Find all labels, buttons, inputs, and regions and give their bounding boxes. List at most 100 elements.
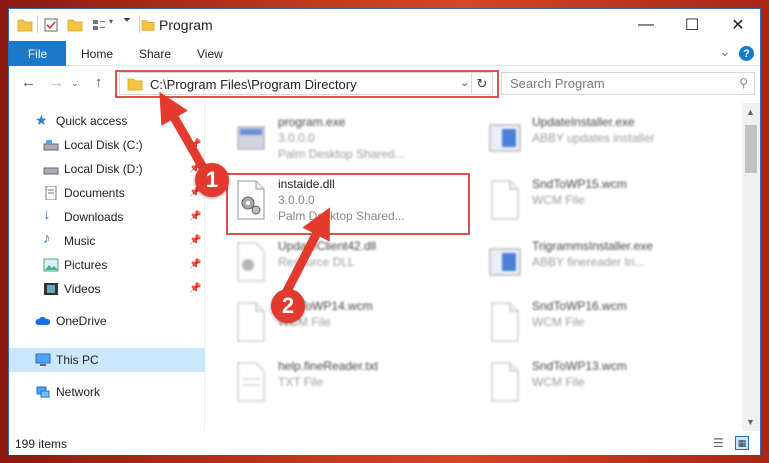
callout-badge-2: 2: [271, 289, 305, 323]
address-row: ← → ⌄ ↑ C:\Program Files\Program Directo…: [9, 69, 760, 98]
file-item[interactable]: SndToWP13.wcm WCM File: [484, 357, 724, 415]
file-item[interactable]: program.exe 3.0.0.0 Palm Desktop Shared.…: [230, 113, 470, 171]
scroll-up-icon[interactable]: ▲: [746, 107, 755, 117]
sidebar-item-documents[interactable]: Documents 📌: [9, 181, 205, 205]
blank-file-icon: [491, 180, 519, 220]
file-item[interactable]: help.fineReader.txt TXT File: [230, 357, 470, 415]
scroll-thumb[interactable]: [745, 125, 757, 173]
pin-icon[interactable]: 📌: [189, 235, 201, 246]
file-description: ABBY updates installer: [532, 131, 655, 145]
file-name: SndToWP15.wcm: [532, 177, 627, 191]
file-type: WCM File: [532, 375, 585, 389]
pc-icon: [35, 353, 51, 366]
pin-icon[interactable]: 📌: [189, 211, 201, 222]
file-name: SndToWP13.wcm: [532, 359, 627, 373]
sidebar-item-label: Network: [56, 385, 101, 399]
videos-icon: [44, 283, 58, 295]
sidebar-item-label: Quick access: [56, 114, 128, 128]
tab-home[interactable]: Home: [81, 47, 113, 61]
cloud-icon: [35, 316, 51, 325]
scroll-down-icon[interactable]: ▼: [746, 417, 755, 427]
file-type: WCM File: [532, 193, 585, 207]
details-view-icon[interactable]: ☰: [713, 436, 724, 450]
installer-icon: [489, 124, 521, 152]
folder-icon[interactable]: [17, 17, 33, 33]
installer-icon: [489, 248, 521, 276]
sidebar-item-local-disk-d[interactable]: Local Disk (D:) 📌: [9, 157, 205, 181]
title-bar: ▾ ⏷ Program — ☐ ✕: [9, 9, 760, 41]
sidebar-item-label: Music: [64, 234, 96, 248]
customize-toolbar-icon[interactable]: ⏷: [123, 15, 131, 31]
large-icons-view-icon[interactable]: ▦: [735, 436, 749, 450]
sidebar-item-label: Local Disk (C:): [64, 138, 143, 152]
download-icon: ↓: [43, 206, 51, 223]
maximize-button[interactable]: ☐: [669, 9, 715, 41]
exe-icon: [237, 126, 265, 150]
tab-view[interactable]: View: [197, 47, 223, 61]
window-title: Program: [159, 17, 213, 33]
file-type: Resource DLL: [278, 255, 355, 269]
text-file-icon: [237, 362, 265, 402]
up-arrow-icon[interactable]: ↑: [95, 74, 103, 91]
sidebar-item-music[interactable]: ♪ Music 📌: [9, 229, 205, 253]
sidebar-item-label: Documents: [64, 186, 125, 200]
sidebar-item-label: Downloads: [64, 210, 124, 224]
callout-badge-1: 1: [195, 163, 229, 197]
file-name: help.fineReader.txt: [278, 359, 379, 373]
file-name: SndToWP16.wcm: [532, 299, 627, 313]
file-item[interactable]: UpdateInstaller.exe ABBY updates install…: [484, 113, 724, 171]
music-icon: ♪: [43, 230, 51, 247]
file-item[interactable]: SndToWP16.wcm WCM File: [484, 297, 724, 355]
tab-share[interactable]: Share: [139, 47, 171, 61]
chevron-down-icon[interactable]: ▾: [109, 17, 113, 33]
expand-ribbon-icon[interactable]: ⌄: [719, 43, 731, 60]
back-arrow-icon[interactable]: ←: [21, 74, 36, 91]
tab-file[interactable]: File: [9, 41, 66, 66]
network-icon: [36, 386, 50, 398]
view-options-icon[interactable]: [91, 17, 107, 33]
sidebar-item-this-pc[interactable]: This PC: [9, 348, 205, 372]
file-name: program.exe: [278, 115, 346, 129]
sidebar-item-local-disk-c[interactable]: Local Disk (C:) 📌: [9, 133, 205, 157]
dll-gear-icon: [237, 242, 265, 282]
vertical-scrollbar[interactable]: ▲ ▼: [742, 103, 760, 431]
sidebar-item-downloads[interactable]: ↓ Downloads 📌: [9, 205, 205, 229]
sidebar-item-network[interactable]: Network: [9, 380, 205, 404]
sidebar-item-onedrive[interactable]: OneDrive: [9, 309, 205, 333]
close-button[interactable]: ✕: [715, 9, 761, 41]
recent-locations-icon[interactable]: ⌄: [71, 78, 79, 89]
pin-icon[interactable]: 📌: [189, 139, 201, 150]
file-item[interactable]: TrigrammsInstaller.exe ABBY finereader t…: [484, 237, 724, 295]
file-type: WCM File: [532, 315, 585, 329]
search-input[interactable]: [510, 73, 730, 94]
file-version: 3.0.0.0: [278, 131, 315, 145]
file-item[interactable]: SndToWP14.wcm WCM File: [230, 297, 470, 355]
file-description: Palm Desktop Shared...: [278, 147, 405, 161]
minimize-button[interactable]: —: [623, 9, 669, 41]
file-list: program.exe 3.0.0.0 Palm Desktop Shared.…: [206, 103, 741, 431]
search-box[interactable]: ⚲: [501, 72, 755, 95]
sidebar-item-pictures[interactable]: Pictures 📌: [9, 253, 205, 277]
blank-file-icon: [237, 302, 265, 342]
sidebar-item-quick-access[interactable]: ★ Quick access: [9, 109, 205, 133]
pictures-icon: [43, 258, 59, 272]
sidebar-item-label: Local Disk (D:): [64, 162, 143, 176]
blank-file-icon: [491, 362, 519, 402]
help-icon[interactable]: ?: [739, 46, 754, 61]
star-icon: ★: [35, 112, 48, 128]
file-name: UpdateInstaller.exe: [532, 115, 635, 129]
drive-icon: [43, 167, 59, 175]
new-folder-icon[interactable]: [67, 17, 83, 33]
separator: [139, 15, 140, 33]
ribbon: File Home Share View ⌄ ?: [9, 41, 760, 66]
properties-icon[interactable]: [43, 17, 59, 33]
pin-icon[interactable]: 📌: [189, 283, 201, 294]
sidebar-item-label: This PC: [56, 353, 99, 367]
sidebar-item-videos[interactable]: Videos 📌: [9, 277, 205, 301]
search-icon[interactable]: ⚲: [739, 76, 748, 90]
forward-arrow-icon[interactable]: →: [49, 74, 64, 91]
file-item[interactable]: UpdateClient42.dll Resource DLL: [230, 237, 470, 295]
pin-icon[interactable]: 📌: [189, 259, 201, 270]
file-item[interactable]: SndToWP15.wcm WCM File: [484, 175, 724, 233]
address-highlight-box: [115, 70, 499, 98]
